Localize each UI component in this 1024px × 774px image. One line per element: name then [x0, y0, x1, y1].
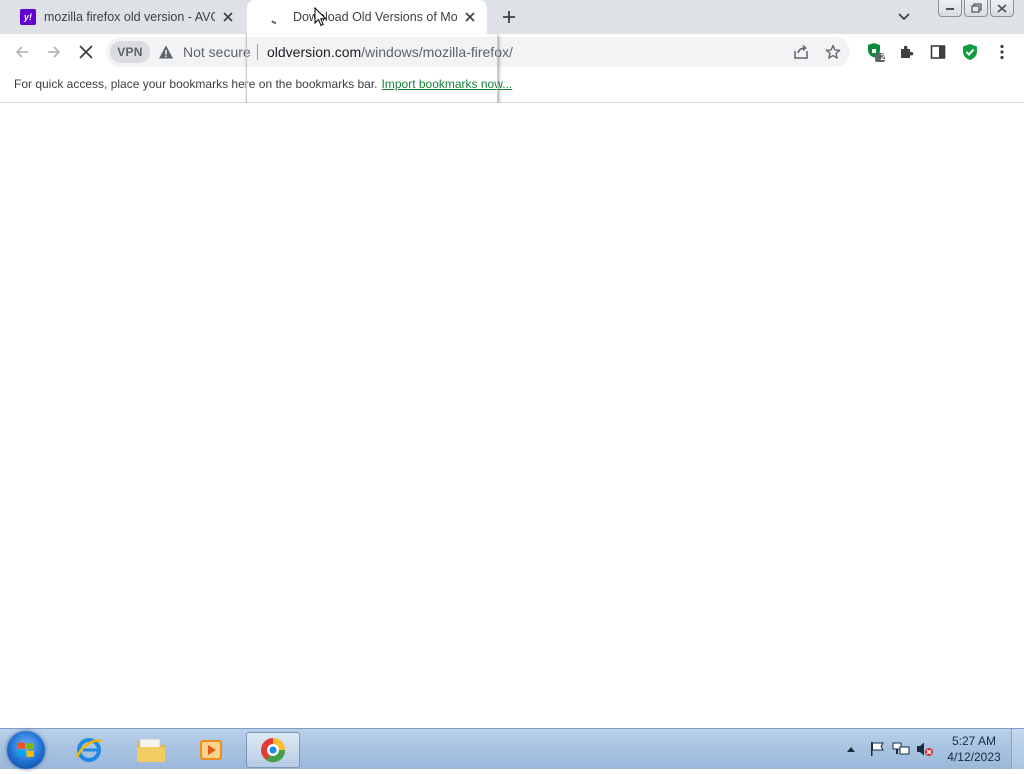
restore-button[interactable]	[964, 0, 988, 17]
share-button[interactable]	[792, 43, 810, 61]
network-icon	[892, 742, 910, 755]
action-center-button[interactable]	[866, 740, 888, 758]
avg-security-button[interactable]	[960, 42, 980, 62]
more-vertical-icon	[1000, 44, 1004, 60]
browser-toolbar: VPN Not secure oldversion.com/windows/mo…	[0, 34, 1024, 70]
side-panel-button[interactable]	[928, 42, 948, 62]
tab-oldversion[interactable]: Download Old Versions of Mozilla	[247, 0, 487, 34]
divider	[257, 44, 258, 60]
new-tab-button[interactable]	[498, 6, 520, 28]
close-icon[interactable]	[463, 9, 477, 25]
url-path: /windows/mozilla-firefox/	[361, 44, 513, 60]
minimize-icon	[946, 8, 954, 10]
bookmarks-hint-text: For quick access, place your bookmarks h…	[14, 77, 378, 91]
flag-icon	[871, 742, 884, 756]
url-text[interactable]: oldversion.com/windows/mozilla-firefox/	[267, 44, 513, 60]
chevron-up-icon	[847, 747, 855, 752]
close-window-button[interactable]	[990, 0, 1014, 17]
window-controls	[938, 0, 1014, 17]
system-clock[interactable]: 5:27 AM 4/12/2023	[938, 733, 1010, 765]
tab-strip: y! mozilla firefox old version - AVG Dow…	[0, 0, 1024, 34]
show-desktop-button[interactable]	[1011, 729, 1024, 769]
warning-icon[interactable]	[158, 44, 174, 60]
tab-yahoo-search[interactable]: y! mozilla firefox old version - AVG	[0, 0, 246, 34]
close-icon	[997, 3, 1007, 13]
address-bar[interactable]: VPN Not secure oldversion.com/windows/mo…	[106, 37, 850, 67]
avg-browser-icon	[261, 738, 286, 763]
system-tray	[844, 729, 936, 769]
avg-browser-taskbar-button[interactable]	[246, 732, 300, 768]
plus-icon	[503, 11, 515, 23]
volume-button[interactable]	[914, 740, 936, 758]
chevron-down-icon	[898, 13, 910, 21]
tab-title: mozilla firefox old version - AVG	[44, 10, 215, 24]
internet-explorer-taskbar-button[interactable]	[62, 732, 116, 768]
media-player-taskbar-button[interactable]	[184, 732, 238, 768]
url-host: oldversion.com	[267, 44, 362, 60]
internet-explorer-icon	[75, 738, 102, 762]
close-icon[interactable]	[221, 9, 236, 25]
arrow-right-icon	[48, 46, 61, 58]
vpn-label: VPN	[117, 45, 143, 59]
import-bookmarks-link[interactable]: Import bookmarks now...	[382, 77, 513, 91]
windows-taskbar: 5:27 AM 4/12/2023	[0, 728, 1024, 769]
bookmark-star-button[interactable]	[824, 43, 842, 61]
security-status-label[interactable]: Not secure	[183, 44, 251, 60]
arrow-left-icon	[15, 46, 28, 58]
bookmarks-bar: For quick access, place your bookmarks h…	[0, 70, 1024, 103]
privacy-extension-button[interactable]: 2	[866, 42, 886, 62]
network-button[interactable]	[890, 740, 912, 758]
extensions-button[interactable]	[896, 42, 916, 62]
close-icon	[79, 45, 93, 59]
restore-icon	[970, 3, 982, 13]
media-player-icon	[200, 740, 222, 760]
mouse-cursor-icon	[314, 7, 328, 27]
vpn-button[interactable]: VPN	[110, 41, 150, 63]
shield-check-icon	[963, 44, 977, 60]
folder-icon	[137, 738, 165, 762]
side-panel-icon	[930, 45, 946, 59]
start-button[interactable]	[7, 731, 45, 769]
menu-button[interactable]	[992, 42, 1012, 62]
forward-button[interactable]	[44, 42, 64, 62]
tab-search-button[interactable]	[895, 8, 913, 26]
clock-date: 4/12/2023	[947, 750, 1001, 764]
extension-badge-count: 2	[880, 52, 886, 62]
minimize-button[interactable]	[938, 0, 962, 17]
windows-logo-icon	[18, 742, 34, 757]
share-icon	[794, 44, 808, 59]
clock-time: 5:27 AM	[951, 734, 997, 748]
volume-muted-icon	[917, 742, 933, 756]
loading-spinner-icon	[269, 9, 285, 25]
page-content	[0, 103, 1024, 728]
stop-loading-button[interactable]	[76, 42, 96, 62]
show-hidden-icons-button[interactable]	[844, 742, 858, 756]
bookmarks-bar-message: For quick access, place your bookmarks h…	[14, 77, 512, 91]
file-explorer-taskbar-button[interactable]	[124, 732, 178, 768]
star-icon	[825, 44, 841, 59]
yahoo-favicon-icon: y!	[20, 9, 36, 25]
puzzle-icon	[901, 45, 914, 58]
back-button[interactable]	[12, 42, 32, 62]
